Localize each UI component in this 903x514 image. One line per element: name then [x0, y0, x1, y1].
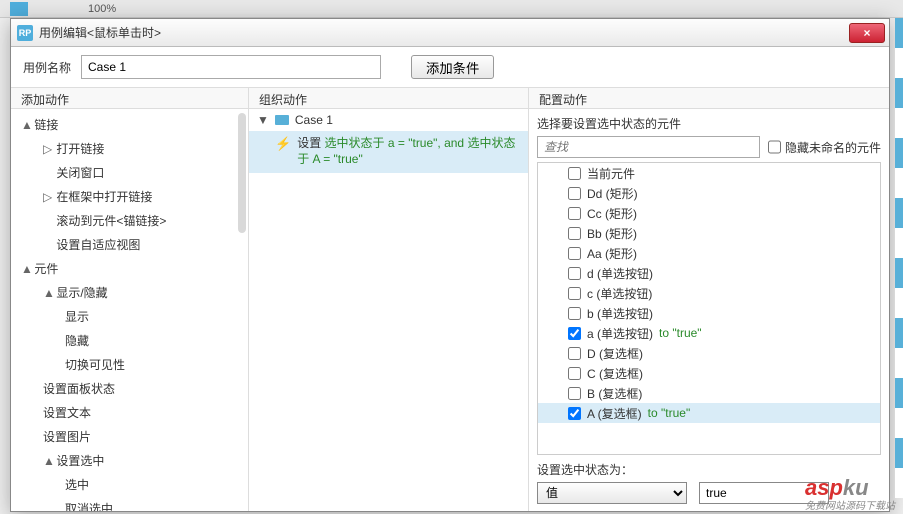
- hide-unnamed-checkbox[interactable]: [768, 136, 781, 158]
- widget-label: a (单选按钮): [587, 325, 653, 342]
- tree-adaptive-view[interactable]: 设置自适应视图: [11, 233, 248, 257]
- widget-item[interactable]: b (单选按钮): [538, 303, 880, 323]
- widget-label: C (复选框): [587, 365, 643, 382]
- widget-checkbox[interactable]: [568, 347, 581, 360]
- widget-label: D (复选框): [587, 345, 643, 362]
- widget-checkbox[interactable]: [568, 387, 581, 400]
- watermark: aspku 免费网站源码下载站: [805, 475, 895, 512]
- sitemap-icon: [275, 115, 289, 125]
- column-headers: 添加动作 组织动作 配置动作: [11, 87, 889, 109]
- case-name-label: 用例名称: [23, 59, 71, 76]
- widget-checkbox[interactable]: [568, 327, 581, 340]
- widget-checkbox[interactable]: [568, 227, 581, 240]
- tree-show-hide[interactable]: ▲ 显示/隐藏: [11, 281, 248, 305]
- widget-item[interactable]: c (单选按钮): [538, 283, 880, 303]
- widget-item[interactable]: D (复选框): [538, 343, 880, 363]
- widget-suffix: to "true": [648, 406, 691, 420]
- widget-item[interactable]: C (复选框): [538, 363, 880, 383]
- bolt-icon: ⚡: [275, 136, 291, 152]
- widget-label: d (单选按钮): [587, 265, 653, 282]
- search-input[interactable]: [537, 136, 760, 158]
- action-text: 设置 选中状态于 a = "true", and 选中状态于 A = "true…: [297, 135, 520, 167]
- widget-checkbox[interactable]: [568, 167, 581, 180]
- widget-item[interactable]: A (复选框) to "true": [538, 403, 880, 423]
- widget-item[interactable]: a (单选按钮) to "true": [538, 323, 880, 343]
- widget-list: 当前元件 Dd (矩形) Cc (矩形) Bb (矩形) Aa (矩形) d (单选按钮)…: [537, 162, 881, 455]
- tree-panel-state[interactable]: 设置面板状态: [11, 377, 248, 401]
- case-editor-dialog: RP 用例编辑<鼠标单击时> × 用例名称 添加条件 添加动作 组织动作 配置动…: [10, 18, 890, 512]
- widget-label: Aa (矩形): [587, 245, 637, 262]
- widget-label: b (单选按钮): [587, 305, 653, 322]
- triangle-down-icon: ▼: [257, 113, 269, 127]
- widget-item[interactable]: Cc (矩形): [538, 203, 880, 223]
- state-type-select[interactable]: 值: [537, 482, 687, 504]
- titlebar: RP 用例编辑<鼠标单击时> ×: [11, 19, 889, 47]
- scrollbar[interactable]: [238, 113, 246, 233]
- widget-item[interactable]: Bb (矩形): [538, 223, 880, 243]
- widget-checkbox[interactable]: [568, 407, 581, 420]
- rp-icon: RP: [17, 25, 33, 41]
- widget-item[interactable]: Aa (矩形): [538, 243, 880, 263]
- close-icon: ×: [863, 26, 870, 40]
- widget-checkbox[interactable]: [568, 267, 581, 280]
- configure-panel: 选择要设置选中状态的元件 隐藏未命名的元件 当前元件 Dd (矩形) Cc (矩形)…: [529, 109, 889, 511]
- widget-suffix: to "true": [659, 326, 702, 340]
- case-name-text: Case 1: [295, 113, 333, 127]
- tree-set-image[interactable]: 设置图片: [11, 425, 248, 449]
- tree-scroll-to[interactable]: 滚动到元件<锚链接>: [11, 209, 248, 233]
- widget-item[interactable]: Dd (矩形): [538, 183, 880, 203]
- toolbar-block: [10, 2, 28, 16]
- widget-label: 当前元件: [587, 165, 635, 182]
- widget-label: c (单选按钮): [587, 285, 652, 302]
- search-row: 隐藏未命名的元件: [537, 136, 881, 158]
- case-name-input[interactable]: [81, 55, 381, 79]
- name-row: 用例名称 添加条件: [11, 47, 889, 87]
- tree-hide[interactable]: 隐藏: [11, 329, 248, 353]
- widget-label: Bb (矩形): [587, 225, 637, 242]
- widget-checkbox[interactable]: [568, 207, 581, 220]
- close-button[interactable]: ×: [849, 23, 885, 43]
- widget-checkbox[interactable]: [568, 367, 581, 380]
- tree-open-link[interactable]: ▷ 打开链接: [11, 137, 248, 161]
- widget-label: Cc (矩形): [587, 205, 637, 222]
- tree-unselect[interactable]: 取消选中: [11, 497, 248, 511]
- widget-label: B (复选框): [587, 385, 642, 402]
- case-root[interactable]: ▼ Case 1: [249, 109, 528, 131]
- widget-label: A (复选框): [587, 405, 642, 422]
- widget-checkbox[interactable]: [568, 247, 581, 260]
- widget-checkbox[interactable]: [568, 187, 581, 200]
- tree-open-in-frame[interactable]: ▷ 在框架中打开链接: [11, 185, 248, 209]
- zoom-level: 100%: [88, 3, 116, 15]
- widget-checkbox[interactable]: [568, 287, 581, 300]
- widget-item[interactable]: d (单选按钮): [538, 263, 880, 283]
- hide-unnamed-label[interactable]: 隐藏未命名的元件: [768, 136, 881, 158]
- action-tree: ▲ 链接 ▷ 打开链接 关闭窗口 ▷ 在框架中打开链接 滚动到元件<锚链接> 设…: [11, 113, 248, 511]
- action-item[interactable]: ⚡ 设置 选中状态于 a = "true", and 选中状态于 A = "tr…: [249, 131, 528, 173]
- tree-close-window[interactable]: 关闭窗口: [11, 161, 248, 185]
- header-organize: 组织动作: [249, 88, 529, 108]
- tree-links[interactable]: ▲ 链接: [11, 113, 248, 137]
- tree-set-text[interactable]: 设置文本: [11, 401, 248, 425]
- add-action-panel: ▲ 链接 ▷ 打开链接 关闭窗口 ▷ 在框架中打开链接 滚动到元件<锚链接> 设…: [11, 109, 249, 511]
- side-strip: [895, 18, 903, 498]
- widget-label: Dd (矩形): [587, 185, 638, 202]
- widget-checkbox[interactable]: [568, 307, 581, 320]
- widget-item[interactable]: B (复选框): [538, 383, 880, 403]
- tree-set-selected[interactable]: ▲ 设置选中: [11, 449, 248, 473]
- tree-toggle-vis[interactable]: 切换可见性: [11, 353, 248, 377]
- tree-widgets[interactable]: ▲ 元件: [11, 257, 248, 281]
- widget-item[interactable]: 当前元件: [538, 163, 880, 183]
- dialog-title: 用例编辑<鼠标单击时>: [39, 24, 849, 41]
- header-configure: 配置动作: [529, 88, 889, 108]
- app-toolbar: 100%: [0, 0, 903, 18]
- config-label: 选择要设置选中状态的元件: [537, 115, 881, 132]
- header-add-action: 添加动作: [11, 88, 249, 108]
- organize-panel: ▼ Case 1 ⚡ 设置 选中状态于 a = "true", and 选中状态…: [249, 109, 529, 511]
- dialog-body: ▲ 链接 ▷ 打开链接 关闭窗口 ▷ 在框架中打开链接 滚动到元件<锚链接> 设…: [11, 109, 889, 511]
- tree-select[interactable]: 选中: [11, 473, 248, 497]
- add-condition-button[interactable]: 添加条件: [411, 55, 494, 79]
- tree-show[interactable]: 显示: [11, 305, 248, 329]
